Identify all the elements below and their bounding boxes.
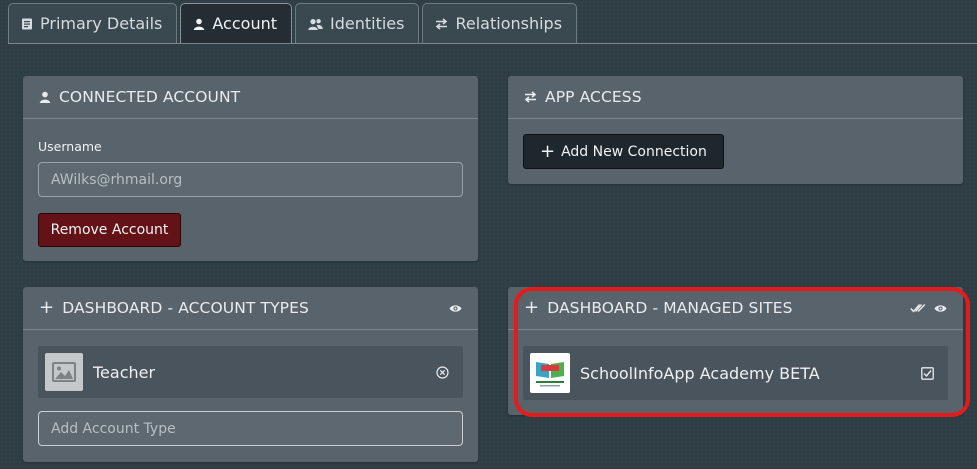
panel-title: DASHBOARD - MANAGED SITES (547, 299, 793, 317)
add-account-type-input[interactable]: Add Account Type (38, 411, 463, 446)
user-icon (194, 18, 205, 30)
panel-title: CONNECTED ACCOUNT (59, 88, 241, 106)
account-types-panel: + DASHBOARD - ACCOUNT TYPES Teacher Add … (23, 287, 478, 462)
document-icon (22, 18, 32, 29)
button-label: Add New Connection (561, 143, 707, 160)
panel-header: + DASHBOARD - ACCOUNT TYPES (23, 287, 478, 330)
image-placeholder-icon (45, 353, 83, 391)
checked-box-icon[interactable] (921, 366, 934, 380)
managed-site-label: SchoolInfoApp Academy BETA (580, 363, 820, 383)
users-icon (308, 18, 323, 30)
managed-sites-panel: + DASHBOARD - MANAGED SITES SchoolInfoAp… (508, 287, 963, 415)
username-field[interactable]: AWilks@rhmail.org (38, 162, 463, 197)
eye-icon[interactable] (934, 304, 947, 313)
eye-icon[interactable] (449, 304, 462, 313)
account-type-item: Teacher (38, 346, 463, 398)
remove-circle-icon[interactable] (436, 365, 449, 379)
add-new-connection-button[interactable]: + Add New Connection (523, 134, 724, 169)
tab-primary-details[interactable]: Primary Details (8, 3, 178, 43)
double-check-icon[interactable] (910, 303, 926, 313)
tab-label: Relationships (455, 14, 563, 33)
account-type-label: Teacher (93, 362, 156, 382)
site-logo-icon (530, 353, 570, 393)
panel-header: CONNECTED ACCOUNT (23, 76, 478, 119)
tab-account[interactable]: Account (180, 3, 292, 43)
tab-divider (8, 43, 977, 44)
panel-header: APP ACCESS (508, 76, 963, 119)
swap-arrows-icon (524, 91, 537, 103)
tab-relationships[interactable]: Relationships (422, 3, 578, 43)
plus-icon: + (540, 140, 556, 162)
swap-arrows-icon (436, 17, 448, 30)
expand-plus-icon[interactable]: + (39, 299, 54, 317)
tab-label: Account (212, 14, 277, 33)
panel-title: DASHBOARD - ACCOUNT TYPES (62, 299, 309, 317)
tab-label: Identities (330, 14, 405, 33)
app-access-panel: APP ACCESS + Add New Connection (508, 76, 963, 184)
expand-plus-icon[interactable]: + (524, 299, 539, 317)
tab-bar: Primary Details Account Identities Relat… (8, 3, 580, 43)
panel-header: + DASHBOARD - MANAGED SITES (508, 287, 963, 330)
panel-title: APP ACCESS (545, 88, 642, 106)
tab-identities[interactable]: Identities (295, 3, 420, 43)
username-label: Username (38, 139, 102, 154)
tab-label: Primary Details (40, 14, 163, 33)
user-icon (39, 91, 51, 103)
remove-account-button[interactable]: Remove Account (38, 213, 181, 247)
connected-account-panel: CONNECTED ACCOUNT Username AWilks@rhmail… (23, 76, 478, 261)
managed-site-item: SchoolInfoApp Academy BETA (523, 346, 948, 400)
